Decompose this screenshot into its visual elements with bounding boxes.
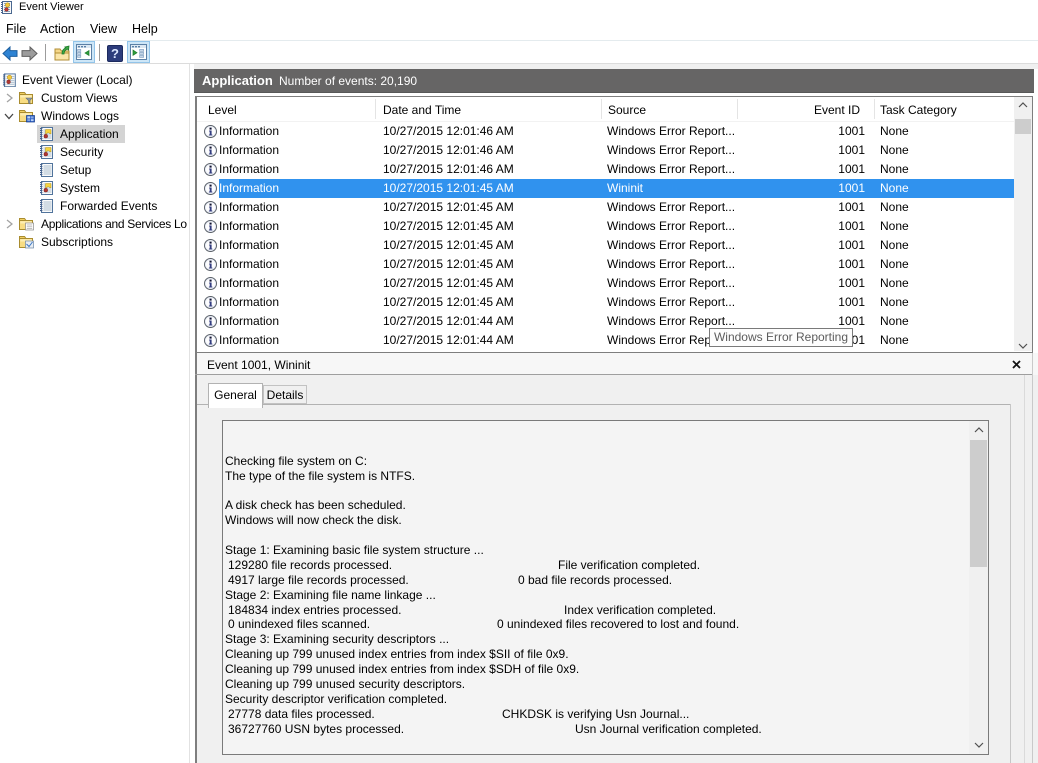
svg-text:?: ?	[111, 46, 119, 61]
